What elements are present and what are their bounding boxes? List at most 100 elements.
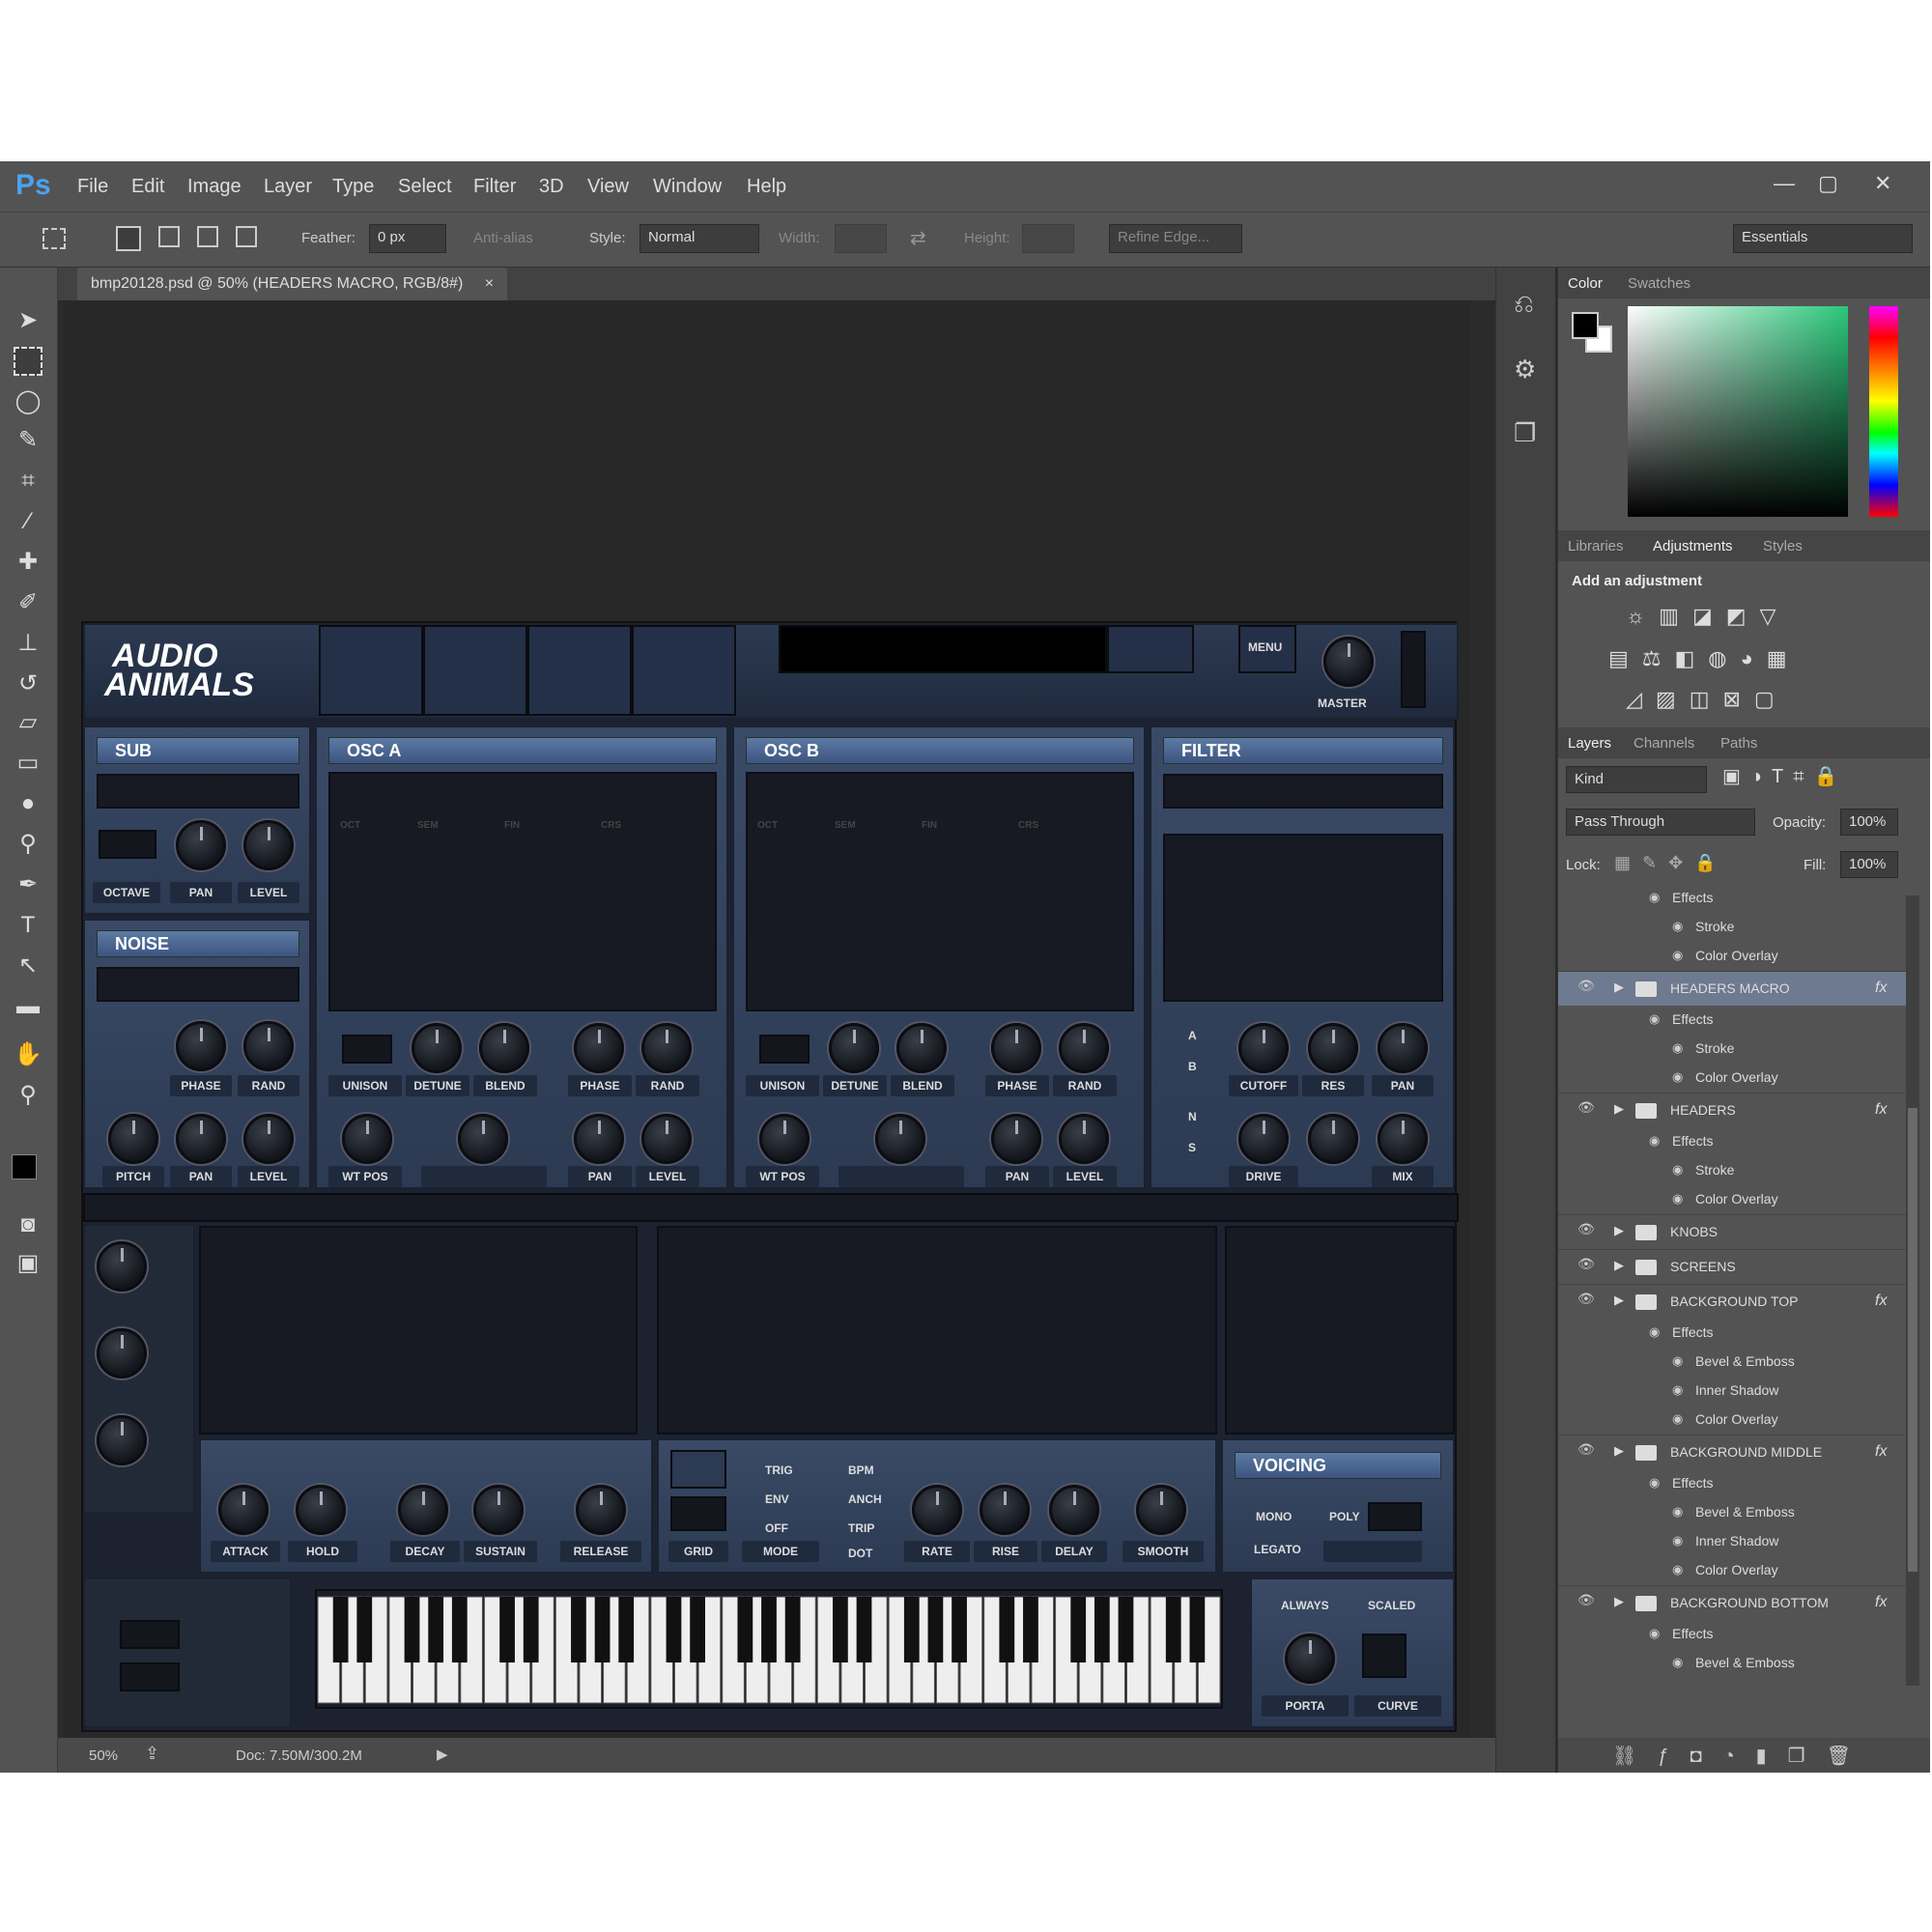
tab-channels[interactable]: Channels <box>1634 735 1694 752</box>
blend-mode-select[interactable]: Pass Through <box>1566 809 1755 836</box>
noise-pitch-knob[interactable] <box>108 1114 158 1164</box>
black-key[interactable] <box>499 1597 515 1662</box>
status-arrow-icon[interactable]: ▶ <box>437 1746 448 1763</box>
effect-visibility-icon[interactable]: ◉ <box>1672 1069 1683 1085</box>
tab-adjustments[interactable]: Adjustments <box>1653 538 1733 554</box>
sub-level-knob[interactable] <box>243 820 294 870</box>
osc-a-unison-box[interactable] <box>342 1035 392 1064</box>
effect-row[interactable]: ◉ Stroke <box>1558 1156 1906 1185</box>
screen-mode-icon[interactable]: ▣ <box>14 1249 43 1278</box>
effect-visibility-icon[interactable]: ◉ <box>1649 1133 1660 1149</box>
dodge-tool-icon[interactable]: ⚲ <box>14 830 43 859</box>
scaled-option[interactable]: SCALED <box>1368 1599 1415 1612</box>
antialias-checkbox[interactable]: Anti-alias <box>473 230 533 246</box>
feather-input[interactable]: 0 px <box>369 224 446 253</box>
stamp-tool-icon[interactable]: ⊥ <box>14 629 43 658</box>
effect-visibility-icon[interactable]: ◉ <box>1672 919 1683 934</box>
hue-slider[interactable] <box>1869 306 1898 517</box>
effects-row[interactable]: ◉ Effects <box>1558 884 1906 913</box>
piano-keyboard[interactable] <box>315 1589 1223 1709</box>
intersect-selection-icon[interactable] <box>236 226 257 247</box>
effects-row[interactable]: ◉ Effects <box>1558 1006 1906 1035</box>
curve-box[interactable] <box>1362 1634 1406 1678</box>
smooth-knob[interactable] <box>1136 1485 1186 1535</box>
color-picker-field[interactable] <box>1628 306 1848 517</box>
menu-select[interactable]: Select <box>398 176 452 198</box>
tab-paths[interactable]: Paths <box>1720 735 1757 752</box>
filter-drive-knob[interactable] <box>1238 1114 1289 1164</box>
foreground-color-swatch[interactable] <box>12 1154 37 1179</box>
brush-tool-icon[interactable]: ✐ <box>14 588 43 617</box>
black-key[interactable] <box>332 1597 349 1662</box>
black-key[interactable] <box>1189 1597 1206 1662</box>
nav-buttons[interactable] <box>1107 625 1194 673</box>
shape-tool-icon[interactable]: ▬ <box>14 992 43 1021</box>
black-key[interactable] <box>927 1597 944 1662</box>
black-key[interactable] <box>1070 1597 1087 1662</box>
visibility-eye-icon[interactable]: 👁 <box>1577 1441 1595 1457</box>
osc-b-oct-tab[interactable]: OCT <box>757 820 778 831</box>
document-tab[interactable]: bmp20128.psd @ 50% (HEADERS MACRO, RGB/8… <box>77 268 508 300</box>
black-key[interactable] <box>451 1597 468 1662</box>
menu-file[interactable]: File <box>77 176 108 198</box>
effect-visibility-icon[interactable]: ◉ <box>1672 1040 1683 1056</box>
height-input[interactable] <box>1022 224 1074 253</box>
menu-help[interactable]: Help <box>747 176 786 198</box>
layers-footer-icons[interactable]: ⛓ƒ◘◔▮❐🗑 <box>1558 1738 1930 1773</box>
osc-b-detune-knob[interactable] <box>829 1023 879 1073</box>
crop-tool-icon[interactable]: ⌗ <box>14 467 43 496</box>
sustain-knob[interactable] <box>473 1485 524 1535</box>
noise-phase-knob[interactable] <box>176 1021 226 1071</box>
osc-b-crs-tab[interactable]: CRS <box>1018 820 1038 831</box>
visibility-eye-icon[interactable]: 👁 <box>1577 1291 1595 1306</box>
rect-marquee-tool-icon[interactable] <box>14 347 43 376</box>
properties-icon[interactable]: ⚙ <box>1514 355 1536 384</box>
osc-a-crs-tab[interactable]: CRS <box>601 820 621 831</box>
layer-row[interactable]: 👁 ▶ SCREENS <box>1558 1249 1906 1284</box>
osc-b-phase-knob[interactable] <box>991 1023 1041 1073</box>
black-key[interactable] <box>999 1597 1015 1662</box>
visibility-eye-icon[interactable]: 👁 <box>1577 1221 1595 1236</box>
master-knob[interactable] <box>1323 637 1374 687</box>
osc-b-pan-knob[interactable] <box>991 1114 1041 1164</box>
always-option[interactable]: ALWAYS <box>1281 1599 1329 1612</box>
eraser-tool-icon[interactable]: ▱ <box>14 708 43 737</box>
piano-keys[interactable] <box>317 1591 1221 1707</box>
expand-triangle-icon[interactable]: ▶ <box>1614 1223 1624 1238</box>
effect-visibility-icon[interactable]: ◉ <box>1672 1191 1683 1207</box>
effect-row[interactable]: ◉ Bevel & Emboss <box>1558 1498 1906 1527</box>
mod-tabs-strip[interactable] <box>83 1193 1459 1222</box>
porta-knob[interactable] <box>1285 1634 1335 1684</box>
opacity-input[interactable]: 100% <box>1840 809 1898 836</box>
black-key[interactable] <box>856 1597 872 1662</box>
minimize-button[interactable]: — <box>1774 171 1795 196</box>
gradient-tool-icon[interactable]: ▭ <box>14 749 43 778</box>
osc-b-rand-knob[interactable] <box>1059 1023 1109 1073</box>
menu-button[interactable]: MENU <box>1238 625 1296 673</box>
osc-b-fin-tab[interactable]: FIN <box>922 820 937 831</box>
style-select[interactable]: Normal <box>639 224 759 253</box>
tab-libraries[interactable]: Libraries <box>1568 538 1624 554</box>
layers-scrollbar[interactable] <box>1906 895 1919 1686</box>
black-key[interactable] <box>404 1597 420 1662</box>
osc-a-extra-knob[interactable] <box>458 1114 508 1164</box>
osc-a-rand-knob[interactable] <box>641 1023 692 1073</box>
refine-edge-button[interactable]: Refine Edge... <box>1109 224 1242 253</box>
menu-filter[interactable]: Filter <box>473 176 516 198</box>
history-icon[interactable]: ⎌ <box>1514 289 1534 320</box>
layer-row[interactable]: 👁 ▶ HEADERS fx <box>1558 1093 1906 1127</box>
quick-select-tool-icon[interactable]: ✎ <box>14 426 43 455</box>
tab-layers[interactable]: Layers <box>1568 735 1611 752</box>
osc-a-level-knob[interactable] <box>641 1114 692 1164</box>
visibility-eye-icon[interactable]: 👁 <box>1577 1592 1595 1607</box>
lasso-tool-icon[interactable]: ◯ <box>14 387 43 416</box>
sync-bpm[interactable]: BPM <box>848 1463 874 1477</box>
osc-a-phase-knob[interactable] <box>574 1023 624 1073</box>
tab-styles[interactable]: Styles <box>1763 538 1803 554</box>
new-selection-icon[interactable] <box>116 226 141 251</box>
mode-env[interactable]: ENV <box>765 1492 789 1506</box>
mode-off[interactable]: OFF <box>765 1521 788 1535</box>
healing-brush-tool-icon[interactable]: ✚ <box>14 548 43 577</box>
osc-a-blend-knob[interactable] <box>479 1023 529 1073</box>
sync-trip[interactable]: TRIP <box>848 1521 874 1535</box>
